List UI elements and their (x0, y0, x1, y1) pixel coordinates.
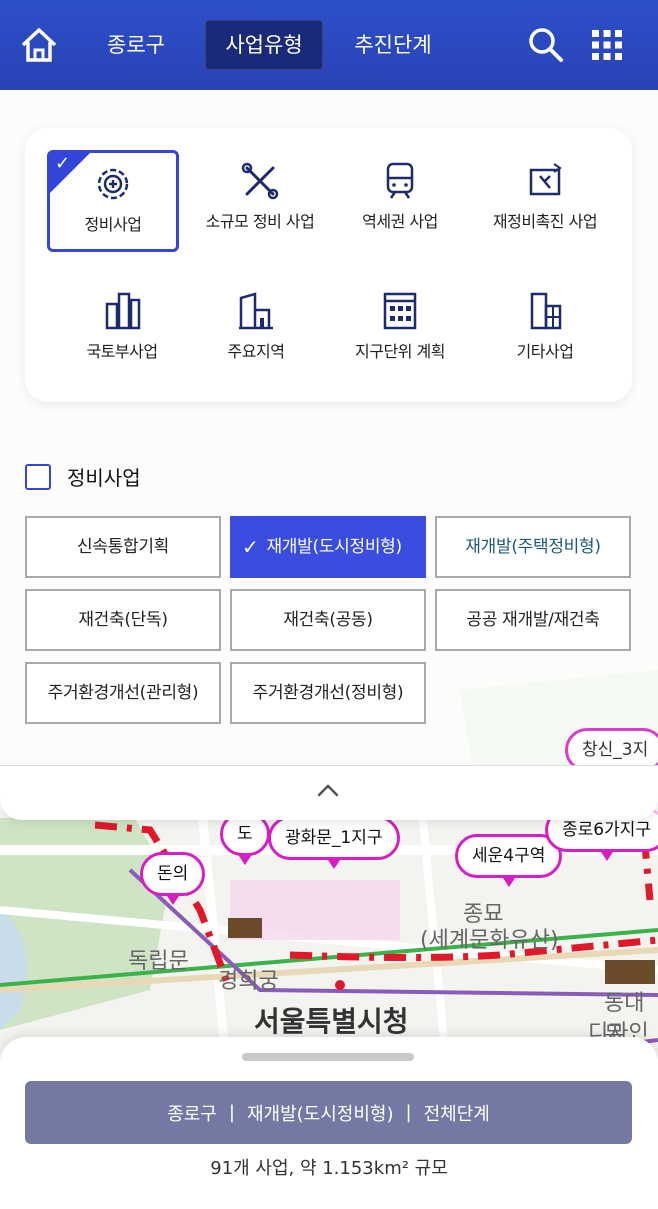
chip-redevelop-housing[interactable]: 재개발(주택정비형) (435, 516, 631, 578)
chip-rebuild-joint[interactable]: 재건축(공동) (230, 589, 426, 651)
chevron-up-icon (317, 784, 339, 797)
category-label: 재정비촉진 사업 (492, 212, 598, 231)
summary-type: 재개발(도시정비형) (246, 1103, 394, 1125)
chip-public-redevelop[interactable]: 공공 재개발/재건축 (435, 589, 631, 651)
train-icon (386, 162, 414, 199)
category-district-plan[interactable]: 지구단위 계획 (335, 280, 465, 380)
summary-separator: | (228, 1102, 235, 1123)
category-selected-check: ✓ (50, 153, 90, 193)
category-small-scale[interactable]: 소규모 정비 사업 (195, 150, 325, 250)
building-grid-icon (530, 292, 562, 330)
map-label-gyeonghuigung: 경희궁 (218, 969, 279, 994)
category-card: ✓ 정비사업 소규모 정비 사업 역세권 사업 재정비촉진 사업 국토부사업 주… (25, 128, 632, 402)
project-stats: 91개 사업, 약 1.153km² 규모 (210, 1158, 448, 1179)
tab-project-type[interactable]: 사업유형 (205, 20, 323, 70)
check-icon: ✓ (242, 535, 259, 559)
tool-arrows-icon (529, 163, 562, 196)
category-label: 정비사업 (84, 215, 142, 234)
summary-stage: 전체단계 (423, 1103, 490, 1125)
chip-residential-maintenance[interactable]: 주거환경개선(정비형) (230, 662, 426, 724)
home-icon[interactable] (18, 24, 60, 66)
category-label: 지구단위 계획 (355, 342, 445, 361)
chip-residential-managed[interactable]: 주거환경개선(관리형) (25, 662, 221, 724)
chip-rebuild-single[interactable]: 재건축(단독) (25, 589, 221, 651)
section-title: 정비사업 (67, 466, 141, 490)
category-label: 기타사업 (516, 342, 574, 361)
map-label-heritage: (세계문화유산) (420, 928, 559, 953)
summary-district: 종로구 (167, 1103, 217, 1125)
sheet-drag-handle[interactable] (242, 1053, 414, 1061)
grid-menu-icon[interactable] (590, 28, 624, 62)
category-redevelopment-promotion[interactable]: 재정비촉진 사업 (480, 150, 610, 250)
filter-summary-button[interactable]: 종로구 | 재개발(도시정비형) | 전체단계 (25, 1081, 632, 1144)
map-marker-doneui[interactable]: 돈의 (140, 852, 206, 905)
gear-wrench-icon (97, 168, 129, 200)
map-label-city-hall: 서울특별시청 (254, 1005, 409, 1038)
chip-fast-track[interactable]: 신속통합기획 (25, 516, 221, 578)
map-marker-seun4[interactable]: 세운4구역 (455, 834, 563, 887)
category-station-area[interactable]: 역세권 사업 (335, 150, 465, 250)
category-label: 역세권 사업 (362, 212, 438, 231)
bottom-sheet: 종로구 | 재개발(도시정비형) | 전체단계 91개 사업, 약 1.153k… (0, 1037, 658, 1209)
section-checkbox[interactable] (25, 464, 51, 490)
chip-redevelop-urban[interactable]: ✓ 재개발(도시정비형) (230, 516, 426, 578)
search-icon[interactable] (525, 24, 565, 64)
map-label-dongnimmun: 독립문 (128, 949, 189, 974)
wrench-screwdriver-icon (241, 162, 279, 200)
tab-district[interactable]: 종로구 (88, 20, 184, 70)
category-label: 소규모 정비 사업 (205, 212, 315, 231)
category-major-area[interactable]: 주요지역 (191, 280, 321, 380)
category-label: 국토부사업 (86, 342, 158, 361)
category-maintenance[interactable]: ✓ 정비사업 (47, 150, 179, 252)
collapse-panel-button[interactable] (0, 765, 658, 820)
summary-separator: | (405, 1102, 412, 1123)
category-label: 주요지역 (227, 342, 285, 361)
category-molit[interactable]: 국토부사업 (57, 280, 187, 380)
top-nav-bar: 종로구 사업유형 추진단계 (0, 0, 658, 90)
category-other[interactable]: 기타사업 (480, 280, 610, 380)
tab-progress-stage[interactable]: 추진단계 (340, 20, 446, 70)
buildings-icon (105, 292, 141, 330)
map-marker-gwanghwamun[interactable]: 광화문_1지구 (268, 816, 400, 869)
office-building-icon (383, 292, 417, 330)
city-icon (239, 292, 273, 330)
